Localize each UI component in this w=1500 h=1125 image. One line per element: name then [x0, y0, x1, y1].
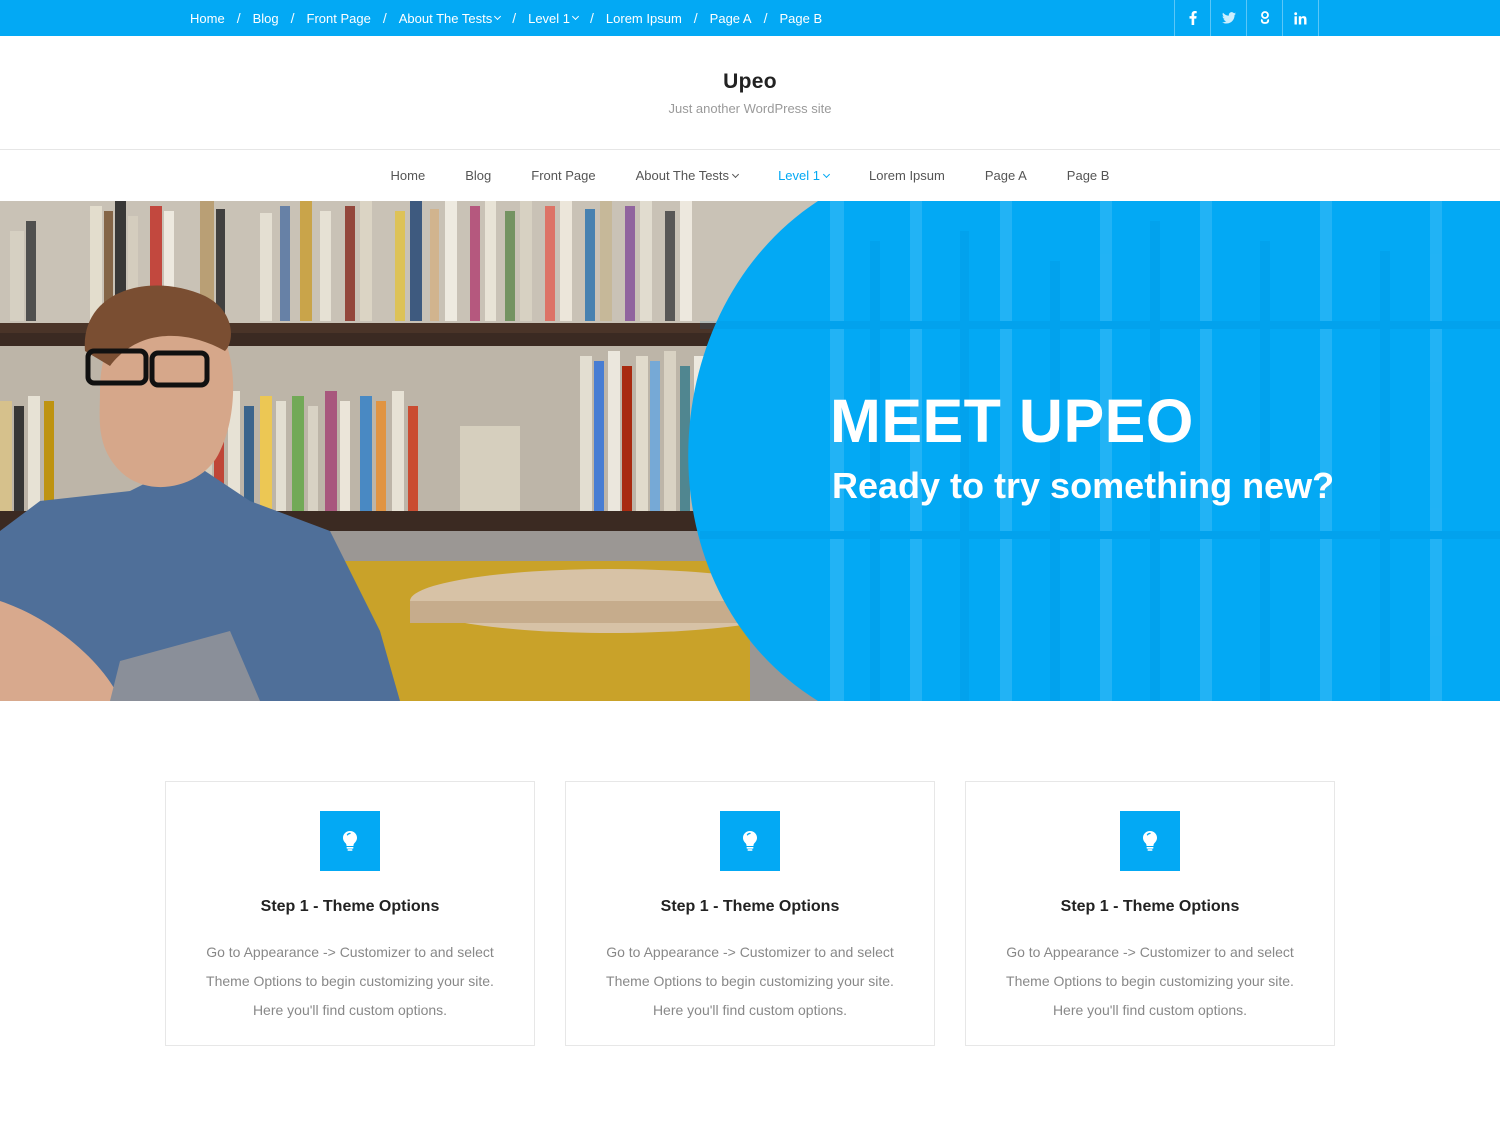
- nav-item-label[interactable]: Page B: [1067, 168, 1110, 183]
- nav-item-about-the-tests[interactable]: About The Tests: [636, 168, 740, 183]
- nav-item-label[interactable]: Lorem Ipsum: [869, 168, 945, 183]
- feature-text-line: Here you'll find custom options.: [1052, 1002, 1248, 1018]
- top-menu-link[interactable]: Lorem Ipsum: [606, 11, 682, 26]
- feature-text: Go to Appearance -> Customizer to and se…: [990, 938, 1310, 1025]
- nav-item-label[interactable]: Level 1: [778, 168, 820, 183]
- chevron-down-icon: [732, 170, 740, 178]
- top-menu-link[interactable]: Front Page: [307, 11, 371, 26]
- top-menu-link[interactable]: Home: [190, 11, 225, 26]
- menu-separator: /: [763, 10, 768, 26]
- feature-text: Go to Appearance -> Customizer to and se…: [190, 938, 510, 1025]
- top-menu-link[interactable]: Blog: [253, 11, 279, 26]
- nav-item-level-1[interactable]: Level 1: [778, 168, 831, 183]
- site-description: Just another WordPress site: [668, 101, 832, 116]
- top-bar: Home / Blog / Front Page / About The Tes…: [0, 0, 1500, 36]
- nav-item-home[interactable]: Home: [391, 168, 426, 183]
- menu-separator: /: [512, 10, 517, 26]
- nav-item-page-b[interactable]: Page B: [1067, 168, 1110, 183]
- linkedin-icon[interactable]: [1283, 0, 1319, 36]
- top-menu-item-blog[interactable]: Blog: [253, 11, 279, 26]
- chevron-down-icon: [571, 12, 580, 21]
- nav-item-page-a[interactable]: Page A: [985, 168, 1027, 183]
- top-menu-item-page-a[interactable]: Page A: [710, 11, 752, 26]
- menu-separator: /: [290, 10, 295, 26]
- twitter-icon[interactable]: [1211, 0, 1247, 36]
- menu-separator: /: [590, 10, 594, 26]
- hero-title: MEET UPEO: [830, 387, 1194, 455]
- feature-title: Step 1 - Theme Options: [660, 898, 840, 915]
- menu-separator: /: [236, 10, 241, 26]
- feature-box: Step 1 - Theme Options Go to Appearance …: [965, 781, 1335, 1046]
- lightbulb-icon: [320, 811, 380, 871]
- feature-box: Step 1 - Theme Options Go to Appearance …: [165, 781, 535, 1046]
- feature-text-line: Go to Appearance -> Customizer to and se…: [1006, 944, 1294, 960]
- nav-item-label[interactable]: Home: [391, 168, 426, 183]
- top-menu-item-lorem-ipsum[interactable]: Lorem Ipsum: [606, 11, 682, 26]
- facebook-icon[interactable]: [1175, 0, 1211, 36]
- feature-text-line: Go to Appearance -> Customizer to and se…: [206, 944, 494, 960]
- top-menu-item-about-the-tests[interactable]: About The Tests: [399, 11, 502, 26]
- top-menu-link[interactable]: About The Tests: [399, 11, 492, 26]
- site-branding: Upeo Just another WordPress site: [0, 36, 1500, 149]
- feature-text: Go to Appearance -> Customizer to and se…: [590, 938, 910, 1025]
- top-menu-item-page-b[interactable]: Page B: [780, 11, 823, 26]
- main-navigation: Home Blog Front Page About The Tests Lev…: [0, 149, 1500, 201]
- hero-overlay: [688, 201, 1500, 701]
- hero-banner: MEET UPEO Ready to try something new?: [0, 201, 1500, 701]
- nav-item-label[interactable]: Page A: [985, 168, 1027, 183]
- chevron-down-icon: [822, 170, 831, 178]
- chevron-down-icon: [494, 12, 502, 21]
- lightbulb-icon: [720, 811, 780, 871]
- nav-item-label[interactable]: Front Page: [531, 168, 595, 183]
- nav-item-blog[interactable]: Blog: [465, 168, 491, 183]
- social-links: [1174, 0, 1319, 36]
- top-menu-item-front-page[interactable]: Front Page: [307, 11, 371, 26]
- top-menu-link[interactable]: Level 1: [528, 11, 570, 26]
- google-plus-icon[interactable]: [1247, 0, 1283, 36]
- feature-text-line: Go to Appearance -> Customizer to and se…: [606, 944, 894, 960]
- top-menu-item-level-1[interactable]: Level 1: [528, 11, 580, 26]
- feature-text-line: Theme Options to begin customizing your …: [1006, 973, 1294, 989]
- feature-title: Step 1 - Theme Options: [260, 898, 440, 915]
- top-menu: Home / Blog / Front Page / About The Tes…: [190, 0, 822, 36]
- top-menu-link[interactable]: Page B: [780, 11, 823, 26]
- feature-text-line: Theme Options to begin customizing your …: [606, 973, 894, 989]
- top-menu-item-home[interactable]: Home: [190, 11, 225, 26]
- nav-item-label[interactable]: About The Tests: [636, 168, 729, 183]
- menu-separator: /: [693, 10, 698, 26]
- feature-text-line: Here you'll find custom options.: [252, 1002, 448, 1018]
- feature-text-line: Here you'll find custom options.: [652, 1002, 848, 1018]
- nav-item-lorem-ipsum[interactable]: Lorem Ipsum: [869, 168, 945, 183]
- lightbulb-icon: [1120, 811, 1180, 871]
- site-title[interactable]: Upeo: [0, 70, 1500, 94]
- hero-subtitle: Ready to try something new?: [832, 465, 1335, 506]
- features-section: Step 1 - Theme Options Go to Appearance …: [165, 781, 1335, 1046]
- nav-item-label[interactable]: Blog: [465, 168, 491, 183]
- feature-text-line: Theme Options to begin customizing your …: [206, 973, 494, 989]
- feature-box: Step 1 - Theme Options Go to Appearance …: [565, 781, 935, 1046]
- menu-separator: /: [382, 10, 387, 26]
- feature-title: Step 1 - Theme Options: [1060, 898, 1240, 915]
- top-menu-link[interactable]: Page A: [710, 11, 752, 26]
- nav-item-front-page[interactable]: Front Page: [531, 168, 595, 183]
